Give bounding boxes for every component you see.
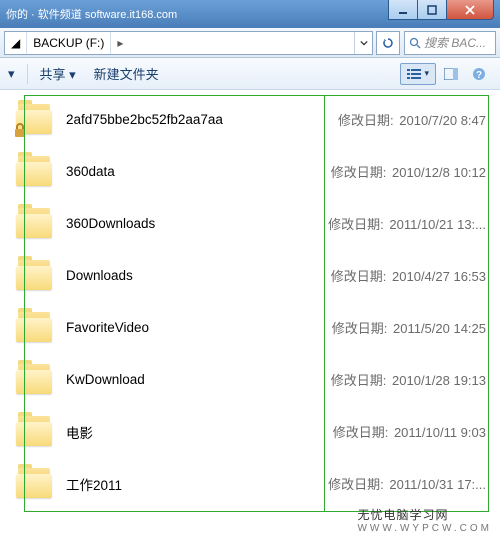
item-name: 360data (66, 164, 331, 179)
folder-icon (14, 412, 56, 452)
svg-text:?: ? (476, 70, 482, 81)
view-details-button[interactable]: ▾ (400, 63, 436, 85)
file-item[interactable]: 360Downloads修改日期: 2011/10/21 13:... (8, 198, 492, 250)
breadcrumb-drive[interactable]: BACKUP (F:) (27, 32, 111, 54)
watermark: 无忧电脑学习网 WWW.WYPCW.COM (357, 506, 492, 534)
folder-icon (14, 100, 56, 140)
lock-icon (12, 122, 28, 138)
toolbar: ▾ 共享 ▾ 新建文件夹 ▾ ? (0, 58, 500, 90)
item-name: 工作2011 (66, 474, 328, 494)
minimize-button[interactable] (388, 0, 418, 20)
share-button[interactable]: 共享 ▾ (32, 60, 84, 87)
item-name: 2afd75bbe2bc52fb2aa7aa (66, 112, 338, 127)
search-icon (409, 37, 421, 49)
folder-icon (14, 308, 56, 348)
title-text: 你的 · 软件频道 software.it168.com (6, 6, 177, 22)
search-placeholder: 搜索 BAC... (424, 34, 486, 51)
item-date: 修改日期: 2010/4/27 16:53 (331, 266, 486, 285)
item-date: 修改日期: 2011/5/20 14:25 (332, 318, 486, 337)
item-name: KwDownload (66, 372, 331, 387)
item-name: 电影 (66, 422, 333, 442)
item-name: Downloads (66, 268, 331, 283)
item-date: 修改日期: 2010/1/28 19:13 (331, 370, 486, 389)
file-item[interactable]: Downloads修改日期: 2010/4/27 16:53 (8, 250, 492, 302)
search-input[interactable]: 搜索 BAC... (404, 31, 496, 55)
crumb-root-icon[interactable]: ◢ (5, 32, 27, 54)
address-bar[interactable]: ◢ BACKUP (F:) ▸ (4, 31, 373, 55)
file-item[interactable]: FavoriteVideo修改日期: 2011/5/20 14:25 (8, 302, 492, 354)
file-item[interactable]: 工作2011修改日期: 2011/10/31 17:... (8, 458, 492, 510)
nav-row: ◢ BACKUP (F:) ▸ 搜索 BAC... (0, 28, 500, 58)
item-date: 修改日期: 2010/7/20 8:47 (338, 110, 486, 129)
item-date: 修改日期: 2011/10/11 9:03 (333, 422, 486, 441)
title-bar: 你的 · 软件频道 software.it168.com (0, 0, 500, 28)
folder-icon (14, 152, 56, 192)
item-name: 360Downloads (66, 216, 328, 231)
file-item[interactable]: 电影修改日期: 2011/10/11 9:03 (8, 406, 492, 458)
folder-icon (14, 204, 56, 244)
crumb-chevron[interactable]: ▸ (111, 32, 129, 54)
maximize-button[interactable] (417, 0, 447, 20)
item-date: 修改日期: 2010/12/8 10:12 (331, 162, 486, 181)
refresh-button[interactable] (376, 31, 400, 55)
close-button[interactable] (446, 0, 494, 20)
file-item[interactable]: 2afd75bbe2bc52fb2aa7aa修改日期: 2010/7/20 8:… (8, 94, 492, 146)
new-folder-button[interactable]: 新建文件夹 (86, 60, 167, 87)
address-dropdown[interactable] (354, 32, 372, 54)
item-date: 修改日期: 2011/10/21 13:... (328, 214, 486, 233)
folder-icon (14, 464, 56, 504)
item-name: FavoriteVideo (66, 320, 332, 335)
file-list: 2afd75bbe2bc52fb2aa7aa修改日期: 2010/7/20 8:… (0, 90, 500, 514)
preview-pane-button[interactable] (438, 64, 464, 84)
file-item[interactable]: KwDownload修改日期: 2010/1/28 19:13 (8, 354, 492, 406)
help-button[interactable]: ? (466, 63, 492, 85)
folder-icon (14, 360, 56, 400)
file-item[interactable]: 360data修改日期: 2010/12/8 10:12 (8, 146, 492, 198)
organize-menu[interactable]: ▾ (8, 62, 23, 86)
item-date: 修改日期: 2011/10/31 17:... (328, 474, 486, 493)
folder-icon (14, 256, 56, 296)
